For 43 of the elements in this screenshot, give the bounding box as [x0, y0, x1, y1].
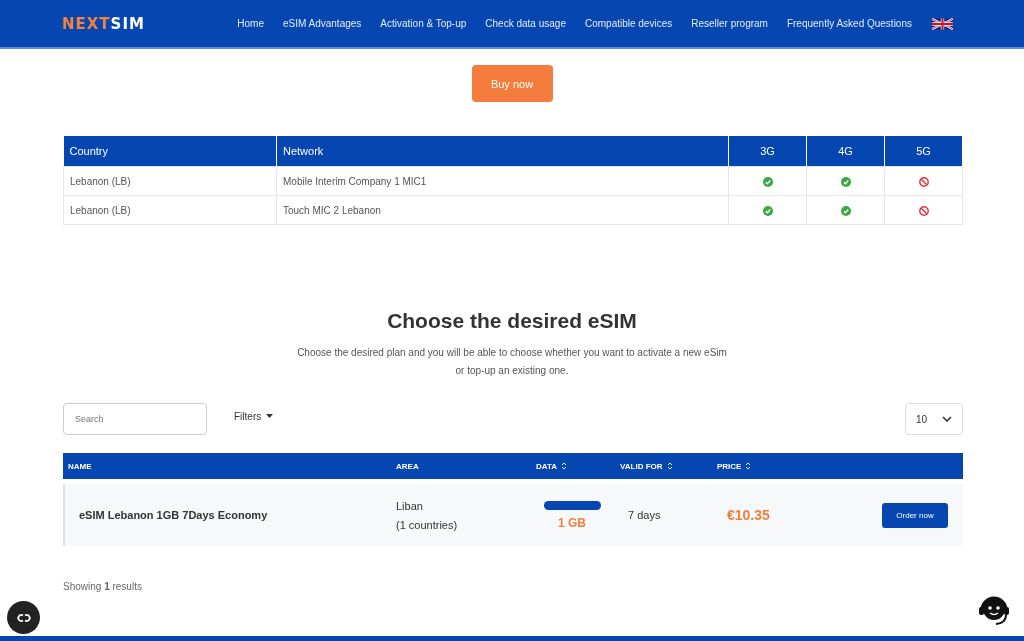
column-header[interactable]: DATA [536, 461, 620, 471]
column-header[interactable]: VALID FOR [620, 461, 717, 471]
sort-icon [666, 462, 673, 470]
page-size-select[interactable]: 10 [905, 403, 963, 435]
column-header: Country [63, 136, 277, 167]
order-now-button[interactable]: Order now [882, 502, 948, 528]
table-cell: Mobile Interim Company 1 MIC1 [276, 166, 729, 196]
area-name: Liban [396, 499, 423, 512]
nav-link[interactable]: Frequently Asked Questions [786, 18, 912, 29]
section-title: Choose the desired eSIM [386, 309, 638, 333]
price: €10.35 [726, 507, 771, 523]
column-header: 5G [884, 136, 963, 167]
column-header: Network [276, 136, 729, 167]
nav-link[interactable]: eSIM Advantages [282, 18, 362, 29]
filters-dropdown[interactable]: Filters [228, 409, 280, 423]
column-header: 4G [806, 136, 885, 167]
table-cell: Lebanon (LB) [63, 166, 277, 196]
captions-icon [15, 612, 32, 623]
area-count: (1 countries) [396, 518, 458, 531]
nav-link[interactable]: Compatible devices [584, 18, 673, 29]
section-subtitle: Choose the desired plan and you will be able to choose whether you want to activate a new eSim or top-up an existing one. [296, 346, 728, 378]
validity: 7 days [627, 509, 662, 521]
column-header[interactable]: PRICE [717, 461, 827, 471]
column-header: 3G [728, 136, 807, 167]
nav-link[interactable]: Activation & Top-up [380, 18, 467, 29]
sort-icon [561, 462, 568, 470]
chevron-icon [942, 416, 952, 422]
table-cell: Lebanon (LB) [63, 195, 277, 225]
table-cell: Touch MIC 2 Lebanon [276, 195, 729, 225]
plan-name: eSIM Lebanon 1GB 7Days Economy [78, 509, 269, 521]
captions-button[interactable] [7, 601, 40, 634]
nav-link[interactable]: Home [237, 18, 264, 29]
results-count: Showing 1 results [63, 581, 143, 592]
nav-link[interactable]: Check data usage [485, 18, 566, 29]
caret-icon [266, 414, 274, 418]
flag-icon[interactable] [932, 17, 953, 30]
logo[interactable]: NEXTSIM [62, 14, 145, 33]
column-header: NAME [67, 461, 93, 471]
search-field[interactable]: Search [63, 403, 207, 435]
sort-icon [745, 462, 752, 470]
nav-link[interactable]: Reseller program [691, 18, 768, 29]
column-header: AREA [396, 461, 420, 471]
data-amount: 1 GB [558, 515, 586, 530]
